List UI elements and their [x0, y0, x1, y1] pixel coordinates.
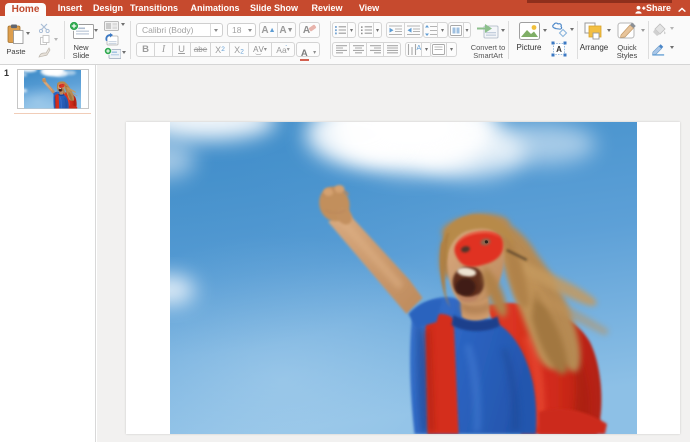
svg-text:A: A: [416, 45, 421, 52]
svg-text:A: A: [556, 45, 562, 54]
